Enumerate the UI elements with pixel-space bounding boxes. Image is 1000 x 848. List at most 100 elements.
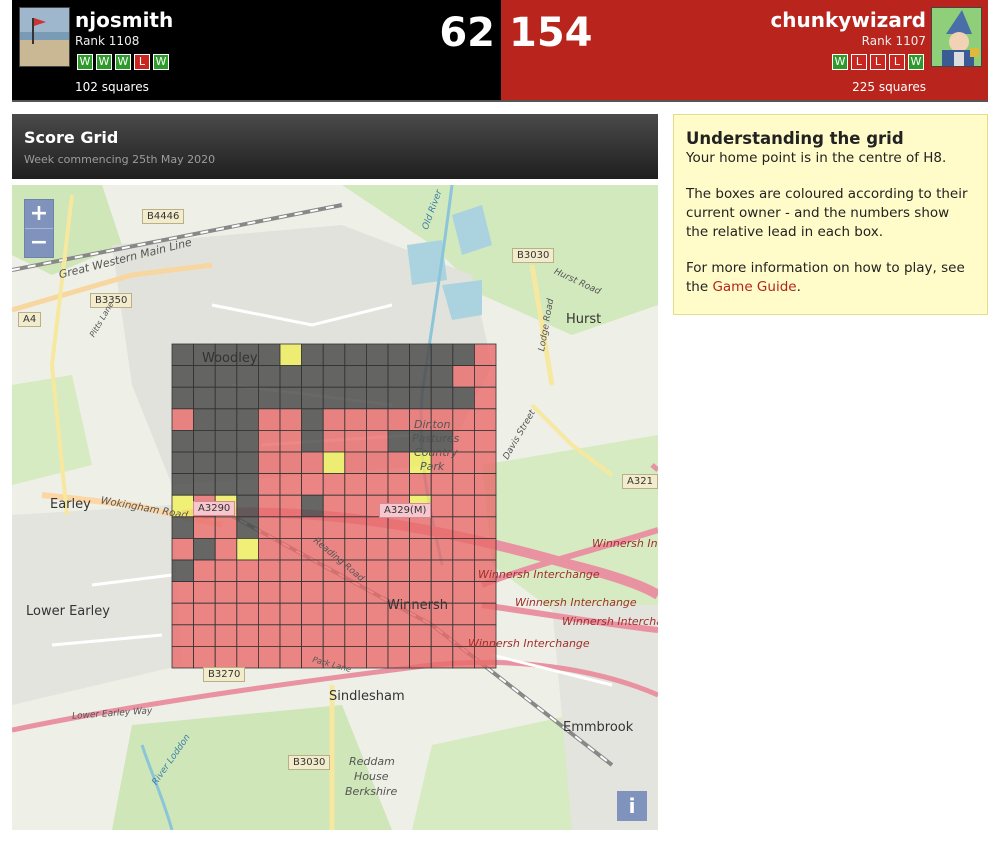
grid-cell[interactable] [322,624,346,647]
grid-cell[interactable] [301,624,324,647]
grid-cell[interactable] [236,408,259,431]
grid-cell[interactable] [409,473,432,496]
grid-cell[interactable] [322,408,346,431]
grid-cell[interactable] [473,365,497,388]
grid-cell[interactable] [214,537,238,561]
zoom-in-button[interactable]: + [25,200,53,229]
grid-cell[interactable] [257,494,281,518]
grid-cell[interactable] [365,408,389,431]
grid-cell[interactable] [409,624,432,647]
grid-cell[interactable] [236,516,259,539]
grid-cell[interactable] [473,343,497,367]
game-guide-link[interactable]: Game Guide [712,279,796,295]
grid-cell[interactable] [257,386,281,410]
grid-cell[interactable] [344,451,367,475]
grid-cell[interactable] [322,516,346,539]
grid-cell[interactable] [257,408,281,431]
grid-cell[interactable] [257,473,281,496]
grid-cell[interactable] [171,386,195,410]
grid-cell[interactable] [171,602,195,626]
grid-cell[interactable] [214,602,238,626]
grid-cell[interactable] [301,365,324,388]
grid-cell[interactable] [193,386,216,410]
grid-cell[interactable] [322,451,346,475]
grid-cell[interactable] [193,451,216,475]
grid-cell[interactable] [344,516,367,539]
grid-cell[interactable] [344,624,367,647]
grid-cell[interactable] [473,429,497,453]
grid-cell[interactable] [214,386,238,410]
grid-cell[interactable] [452,365,475,388]
grid-cell[interactable] [279,343,303,367]
grid-cell[interactable] [452,581,475,604]
grid-cell[interactable] [257,581,281,604]
grid-cell[interactable] [344,581,367,604]
grid-cell[interactable] [171,645,195,669]
grid-cell[interactable] [387,537,411,561]
grid-cell[interactable] [236,365,259,388]
grid-cell[interactable] [236,581,259,604]
grid-cell[interactable] [322,602,346,626]
grid-cell[interactable] [473,473,497,496]
grid-cell[interactable] [171,408,195,431]
grid-cell[interactable] [279,494,303,518]
grid-cell[interactable] [193,408,216,431]
grid-cell[interactable] [430,473,454,496]
grid-cell[interactable] [365,365,389,388]
grid-cell[interactable] [214,365,238,388]
grid-cell[interactable] [452,408,475,431]
grid-cell[interactable] [171,365,195,388]
grid-cell[interactable] [279,645,303,669]
grid-cell[interactable] [301,386,324,410]
grid-cell[interactable] [387,386,411,410]
grid-cell[interactable] [257,429,281,453]
grid-cell[interactable] [279,473,303,496]
grid-cell[interactable] [257,559,281,583]
grid-cell[interactable] [257,537,281,561]
score-grid-map[interactable]: Woodley Earley Lower Earley Winnersh Sin… [12,185,658,830]
grid-cell[interactable] [257,451,281,475]
grid-cell[interactable] [409,386,432,410]
grid-cell[interactable] [344,429,367,453]
grid-cell[interactable] [344,473,367,496]
grid-cell[interactable] [387,473,411,496]
grid-cell[interactable] [430,343,454,367]
grid-cell[interactable] [473,537,497,561]
grid-cell[interactable] [257,516,281,539]
grid-cell[interactable] [387,624,411,647]
grid-cell[interactable] [430,624,454,647]
grid-cell[interactable] [279,602,303,626]
grid-cell[interactable] [214,624,238,647]
grid-cell[interactable] [279,624,303,647]
grid-cell[interactable] [409,343,432,367]
grid-cell[interactable] [322,386,346,410]
grid-cell[interactable] [301,451,324,475]
grid-cell[interactable] [430,645,454,669]
grid-cell[interactable] [257,602,281,626]
zoom-out-button[interactable]: − [25,229,53,257]
grid-cell[interactable] [279,537,303,561]
grid-cell[interactable] [193,645,216,669]
grid-cell[interactable] [473,516,497,539]
grid-cell[interactable] [279,365,303,388]
opponent-name[interactable]: chunkywizard [770,8,926,32]
grid-cell[interactable] [473,451,497,475]
grid-cell[interactable] [193,559,216,583]
grid-cell[interactable] [387,343,411,367]
grid-cell[interactable] [409,537,432,561]
grid-cell[interactable] [473,386,497,410]
grid-cell[interactable] [171,537,195,561]
grid-cell[interactable] [387,429,411,453]
grid-cell[interactable] [214,581,238,604]
grid-cell[interactable] [301,473,324,496]
grid-cell[interactable] [365,451,389,475]
grid-cell[interactable] [193,365,216,388]
grid-cell[interactable] [171,624,195,647]
grid-cell[interactable] [301,516,324,539]
grid-cell[interactable] [365,559,389,583]
grid-cell[interactable] [193,624,216,647]
player-avatar[interactable] [19,7,70,67]
grid-cell[interactable] [409,365,432,388]
grid-cell[interactable] [214,451,238,475]
grid-cell[interactable] [387,365,411,388]
